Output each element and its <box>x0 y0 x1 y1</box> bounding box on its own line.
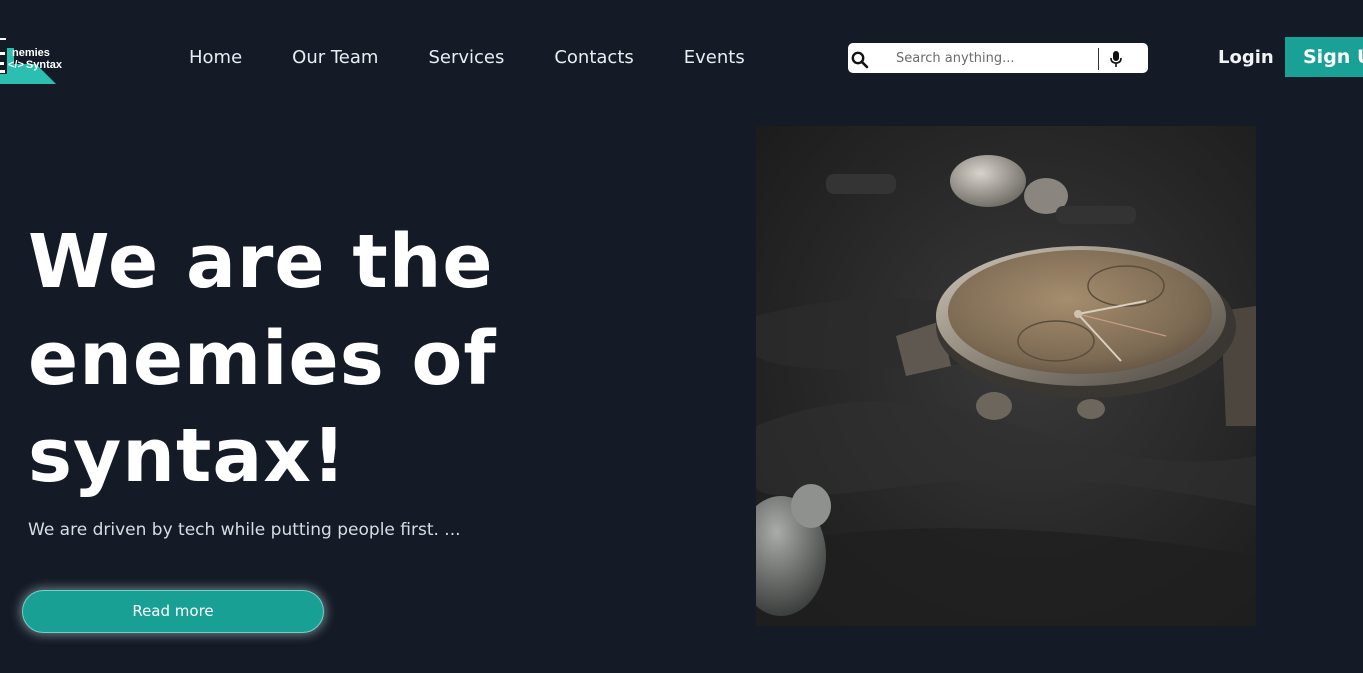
read-more-button[interactable]: Read more <box>22 590 324 633</box>
brand-logo[interactable]: nemies </> Syntax <box>0 38 64 84</box>
wristwatch-photo <box>756 126 1256 626</box>
nav-our-team[interactable]: Our Team <box>292 47 378 69</box>
logo-bar <box>0 38 6 40</box>
logo-text-line1: nemies <box>12 47 50 59</box>
microphone-icon[interactable] <box>1109 50 1123 68</box>
login-link[interactable]: Login <box>1218 47 1274 69</box>
nav-services[interactable]: Services <box>428 47 504 69</box>
search-divider <box>1098 48 1099 70</box>
logo-text-line2: </> Syntax <box>8 59 62 71</box>
watch-illustration <box>756 126 1256 626</box>
nav-contacts[interactable]: Contacts <box>554 47 633 69</box>
nav-events[interactable]: Events <box>684 47 745 69</box>
nav-home[interactable]: Home <box>189 47 242 69</box>
code-glyph: </> <box>8 59 24 71</box>
signup-button[interactable]: Sign Up <box>1285 37 1363 77</box>
hero-title-line3: syntax! <box>28 413 347 499</box>
search-bar <box>848 43 1148 73</box>
hero-title-line2: enemies of <box>28 316 497 402</box>
main-nav: Home Our Team Services Contacts Events <box>189 47 795 69</box>
search-input[interactable] <box>896 48 1092 68</box>
search-icon[interactable] <box>851 51 869 69</box>
hero-title-line1: We are the <box>28 219 494 305</box>
hero-title: We are the enemies of syntax! <box>28 214 548 505</box>
logo-word-syntax: Syntax <box>25 59 62 71</box>
hero-subtitle: We are driven by tech while putting peop… <box>28 520 461 540</box>
